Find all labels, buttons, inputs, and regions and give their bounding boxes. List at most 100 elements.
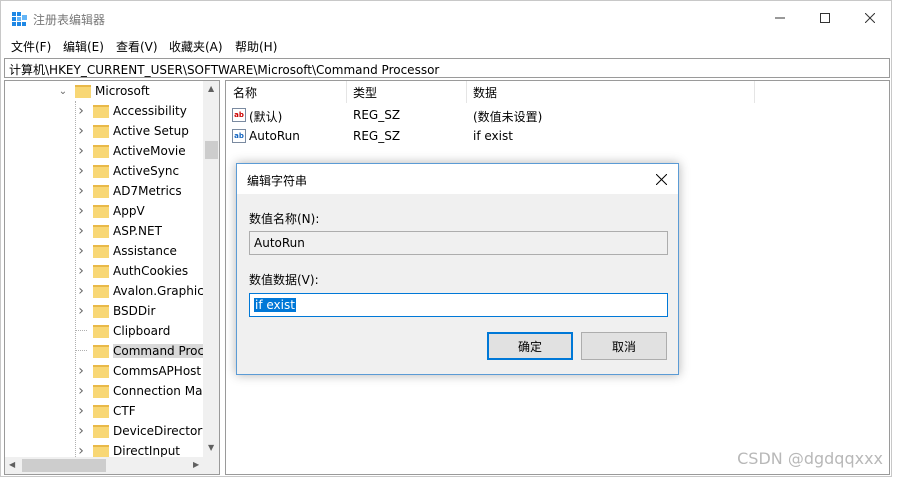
chevron-right-icon[interactable]: › (75, 103, 87, 119)
value-type: REG_SZ (353, 129, 401, 143)
folder-icon (93, 444, 109, 458)
folder-icon (93, 284, 109, 298)
tree-item[interactable]: › DeviceDirectory (75, 421, 209, 441)
menu-favorites[interactable]: 收藏夹(A) (169, 38, 223, 55)
column-header-name[interactable]: 名称 (233, 84, 257, 101)
chevron-right-icon[interactable]: › (75, 223, 87, 239)
value-type: REG_SZ (353, 108, 401, 122)
tree-item[interactable]: › Connection Mar (75, 381, 207, 401)
tree-item[interactable]: › Avalon.Graphics (75, 281, 210, 301)
tree-item[interactable]: › BSDDir (75, 301, 155, 321)
folder-icon (93, 204, 109, 218)
menu-view[interactable]: 查看(V) (116, 38, 158, 55)
chevron-right-icon[interactable]: › (75, 143, 87, 159)
chevron-right-icon[interactable]: › (75, 183, 87, 199)
minimize-button[interactable] (757, 1, 803, 35)
tree-item[interactable]: › Accessibility (75, 101, 187, 121)
address-bar[interactable]: 计算机\HKEY_CURRENT_USER\SOFTWARE\Microsoft… (4, 58, 890, 78)
chevron-right-icon[interactable]: › (75, 403, 87, 419)
window-title: 注册表编辑器 (33, 13, 106, 27)
tree-item-label: Accessibility (113, 104, 187, 118)
tree-item[interactable]: › Active Setup (75, 121, 189, 141)
chevron-right-icon[interactable]: › (75, 123, 87, 139)
scroll-right-icon[interactable]: ▶ (193, 460, 199, 469)
key-tree[interactable]: ⌄ Microsoft › Accessibility › Active Setup ›… (4, 80, 220, 475)
menu-bar: 文件(F) 编辑(E) 查看(V) 收藏夹(A) 帮助(H) (1, 36, 891, 56)
tree-item-label: Connection Mar (113, 384, 208, 398)
value-data: (数值未设置) (473, 110, 543, 124)
close-icon (655, 173, 667, 185)
tree-connector (75, 341, 87, 351)
dialog-title: 编辑字符串 (247, 174, 308, 188)
tree-item[interactable]: › AppV (75, 201, 145, 221)
value-name: (默认) (249, 110, 283, 124)
chevron-right-icon[interactable]: › (75, 163, 87, 179)
folder-icon (93, 184, 109, 198)
value-data: if exist (473, 129, 513, 143)
chevron-right-icon[interactable]: › (75, 283, 87, 299)
chevron-right-icon[interactable]: › (75, 243, 87, 259)
scroll-down-icon[interactable]: ▼ (208, 443, 214, 452)
tree-item[interactable]: Clipboard (75, 321, 170, 341)
tree-item[interactable]: › CommsAPHost (75, 361, 201, 381)
folder-icon (93, 244, 109, 258)
folder-icon (93, 224, 109, 238)
chevron-right-icon[interactable]: › (75, 383, 87, 399)
folder-icon (93, 424, 109, 438)
scroll-thumb[interactable] (22, 459, 106, 472)
tree-item-microsoft[interactable]: ⌄ Microsoft (57, 81, 150, 101)
folder-icon (93, 264, 109, 278)
scroll-up-icon[interactable]: ▲ (208, 84, 214, 93)
tree-item[interactable]: › CTF (75, 401, 135, 421)
tree-horizontal-scrollbar[interactable]: ◀ ▶ (5, 457, 219, 474)
tree-item[interactable]: › AuthCookies (75, 261, 188, 281)
folder-icon (93, 304, 109, 318)
tree-item[interactable]: › Assistance (75, 241, 177, 261)
close-button[interactable] (847, 1, 893, 35)
folder-icon (93, 364, 109, 378)
tree-item-label: AuthCookies (113, 264, 189, 278)
tree-vertical-scrollbar[interactable]: ▲ ▼ (203, 81, 219, 457)
tree-item-label: DeviceDirectory (113, 424, 210, 438)
tree-item-label: ActiveSync (113, 164, 180, 178)
menu-file[interactable]: 文件(F) (11, 38, 51, 55)
scroll-thumb[interactable] (205, 141, 218, 159)
cancel-button[interactable]: 取消 (581, 332, 667, 360)
maximize-button[interactable] (802, 1, 848, 35)
minimize-icon (775, 17, 785, 19)
chevron-right-icon[interactable]: › (75, 203, 87, 219)
chevron-right-icon[interactable]: › (75, 363, 87, 379)
tree-item-label: Command Proc (113, 344, 205, 358)
column-header-type[interactable]: 类型 (353, 84, 377, 101)
tree-item-label: BSDDir (113, 304, 156, 318)
chevron-right-icon[interactable]: › (75, 303, 87, 319)
tree-item-label: AppV (113, 204, 145, 218)
tree-item[interactable]: › AD7Metrics (75, 181, 181, 201)
tree-item-label: ASP.NET (113, 224, 162, 238)
folder-icon (93, 344, 109, 358)
dialog-close-button[interactable] (650, 168, 672, 190)
column-divider[interactable] (466, 81, 467, 103)
ok-button[interactable]: 确定 (487, 332, 573, 360)
column-divider[interactable] (346, 81, 347, 103)
folder-icon (93, 144, 109, 158)
selected-text: if exist (254, 298, 296, 312)
folder-icon (93, 124, 109, 138)
maximize-icon (820, 13, 830, 23)
tree-item[interactable]: › ActiveSync (75, 161, 179, 181)
watermark: CSDN @dgdqqxxx (737, 449, 883, 468)
menu-edit[interactable]: 编辑(E) (63, 38, 104, 55)
menu-help[interactable]: 帮助(H) (235, 38, 277, 55)
chevron-right-icon[interactable]: › (75, 423, 87, 439)
tree-item[interactable]: Command Proc (75, 341, 205, 361)
chevron-right-icon[interactable]: › (75, 263, 87, 279)
tree-item[interactable]: › ActiveMovie (75, 141, 185, 161)
column-header-data[interactable]: 数据 (473, 84, 497, 101)
tree-item[interactable]: › ASP.NET (75, 221, 162, 241)
column-divider[interactable] (754, 81, 755, 103)
scroll-left-icon[interactable]: ◀ (9, 460, 15, 469)
folder-icon (93, 164, 109, 178)
value-data-field[interactable]: if exist (249, 293, 668, 317)
value-name-label: 数值名称(N): (249, 212, 320, 226)
tree-item-label: CommsAPHost (113, 364, 202, 378)
